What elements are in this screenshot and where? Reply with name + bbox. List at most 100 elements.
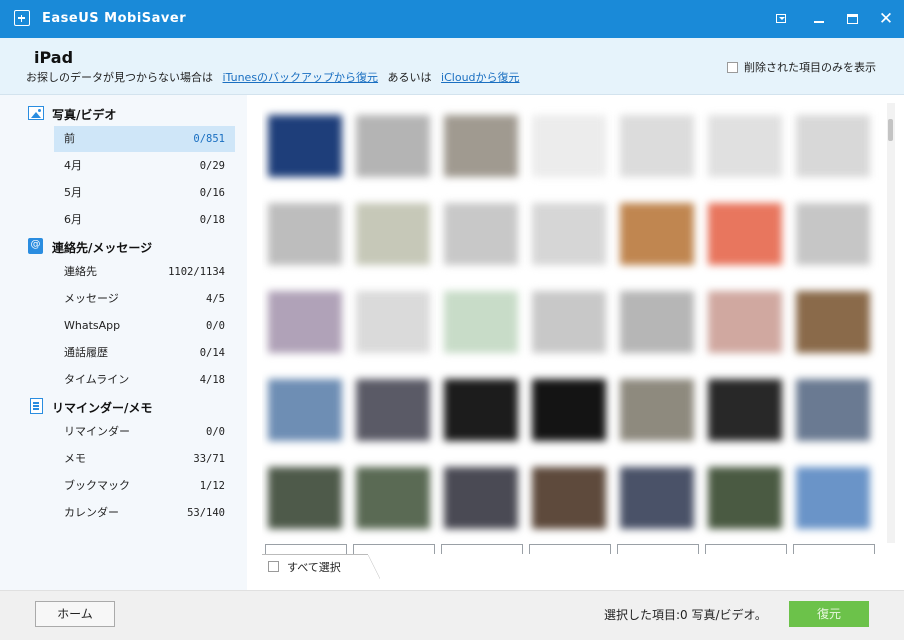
sidebar-item-label: ブックマック [64, 479, 130, 492]
sidebar-item-count: 33/71 [193, 453, 225, 465]
thumbnail-frame[interactable] [265, 544, 347, 554]
photo-icon [28, 106, 44, 120]
sidebar-item-count: 0/16 [199, 187, 225, 199]
sidebar-item[interactable]: カレンダー 53/140 [54, 500, 235, 526]
category-label: 連絡先/メッセージ [52, 241, 153, 255]
photo-thumbnail[interactable] [444, 203, 518, 265]
photo-thumbnail[interactable] [708, 291, 782, 353]
category-header[interactable]: @ 連絡先/メッセージ [0, 236, 247, 258]
sidebar-item-label: メッセージ [64, 292, 119, 305]
sidebar-item[interactable]: 5月 0/16 [54, 180, 235, 206]
sidebar-item-count: 53/140 [187, 507, 225, 519]
photo-thumbnail[interactable] [444, 291, 518, 353]
photo-thumbnail[interactable] [268, 379, 342, 441]
category-label: リマインダー/メモ [52, 401, 153, 415]
close-icon[interactable]: ✕ [876, 9, 896, 29]
sidebar-item[interactable]: リマインダー 0/0 [54, 419, 235, 445]
sidebar-item-count: 4/18 [199, 374, 225, 386]
thumbnail-frame[interactable] [705, 544, 787, 554]
photo-thumbnail[interactable] [796, 203, 870, 265]
sidebar-item[interactable]: ブックマック 1/12 [54, 473, 235, 499]
sidebar-item[interactable]: メモ 33/71 [54, 446, 235, 472]
sidebar-item-label: タイムライン [64, 373, 130, 386]
photo-thumbnail[interactable] [444, 467, 518, 529]
photo-thumbnail[interactable] [620, 291, 694, 353]
photo-thumbnail[interactable] [356, 467, 430, 529]
category-header[interactable]: リマインダー/メモ [0, 396, 247, 418]
photo-thumbnail[interactable] [708, 379, 782, 441]
thumbnail-frame[interactable] [617, 544, 699, 554]
photo-thumbnail[interactable] [444, 379, 518, 441]
sidebar-item[interactable]: メッセージ 4/5 [54, 286, 235, 312]
photo-thumbnail[interactable] [268, 115, 342, 177]
photo-thumbnail[interactable] [356, 291, 430, 353]
sidebar-item[interactable]: WhatsApp 0/0 [54, 313, 235, 339]
photo-thumbnail[interactable] [532, 291, 606, 353]
photo-thumbnail[interactable] [620, 467, 694, 529]
maximize-icon[interactable] [843, 9, 863, 29]
sidebar-item-count: 0/14 [199, 347, 225, 359]
photo-thumbnail[interactable] [708, 115, 782, 177]
sidebar-item[interactable]: 連絡先 1102/1134 [54, 259, 235, 285]
minimize-icon[interactable] [809, 9, 829, 29]
grid-scrollbar[interactable] [887, 103, 895, 543]
sidebar-item[interactable]: 6月 0/18 [54, 207, 235, 233]
photo-thumbnail[interactable] [796, 291, 870, 353]
photo-thumbnail[interactable] [268, 467, 342, 529]
sidebar-item[interactable]: 前 0/851 [54, 126, 235, 152]
photo-thumbnail[interactable] [620, 203, 694, 265]
scrollbar-thumb[interactable] [888, 119, 893, 141]
show-deleted-only-label: 削除された項目のみを表示 [744, 61, 876, 74]
thumbnail-grid [262, 103, 887, 541]
select-all-checkbox[interactable] [268, 561, 279, 572]
sidebar-item-label: 通話履歴 [64, 346, 108, 359]
photo-thumbnail[interactable] [356, 203, 430, 265]
photo-thumbnail[interactable] [356, 115, 430, 177]
photo-thumbnail[interactable] [620, 115, 694, 177]
sidebar-item-count: 0/29 [199, 160, 225, 172]
thumbnail-frame[interactable] [441, 544, 523, 554]
photo-thumbnail[interactable] [444, 115, 518, 177]
select-all-tab[interactable]: すべて選択 [262, 554, 380, 579]
photo-thumbnail[interactable] [532, 379, 606, 441]
contact-icon: @ [28, 238, 43, 254]
sidebar-item[interactable]: 4月 0/29 [54, 153, 235, 179]
itunes-backup-link[interactable]: iTunesのバックアップから復元 [223, 71, 379, 84]
show-deleted-only-option[interactable]: 削除された項目のみを表示 [727, 59, 876, 75]
thumbnail-frame[interactable] [529, 544, 611, 554]
title-bar: EaseUS MobiSaver ✕ [0, 0, 904, 38]
menu-icon[interactable] [772, 9, 792, 29]
sidebar-item-count: 0/18 [199, 214, 225, 226]
sidebar-item-label: 連絡先 [64, 265, 97, 278]
photo-thumbnail[interactable] [796, 467, 870, 529]
sidebar-item[interactable]: タイムライン 4/18 [54, 367, 235, 393]
icloud-link[interactable]: iCloudから復元 [441, 71, 519, 84]
photo-thumbnail[interactable] [268, 203, 342, 265]
photo-thumbnail[interactable] [356, 379, 430, 441]
photo-thumbnail[interactable] [708, 203, 782, 265]
footer-bar: ホーム 選択した項目:0 写真/ビデオ。 復元 [0, 590, 904, 640]
device-name: iPad [34, 48, 74, 67]
home-button[interactable]: ホーム [35, 601, 115, 627]
photo-thumbnail[interactable] [268, 291, 342, 353]
thumbnail-frame[interactable] [353, 544, 435, 554]
photo-thumbnail[interactable] [796, 115, 870, 177]
recovery-hint: お探しのデータが見つからない場合は iTunesのバックアップから復元 あるいは… [26, 69, 526, 85]
select-all-label: すべて選択 [287, 561, 341, 574]
recover-button[interactable]: 復元 [789, 601, 869, 627]
photo-thumbnail[interactable] [532, 467, 606, 529]
photo-thumbnail[interactable] [620, 379, 694, 441]
category-header[interactable]: 写真/ビデオ [0, 103, 247, 125]
photo-thumbnail[interactable] [708, 467, 782, 529]
sidebar-item-label: 4月 [64, 159, 82, 172]
photo-thumbnail[interactable] [796, 379, 870, 441]
thumbnail-frame[interactable] [793, 544, 875, 554]
sidebar-item[interactable]: 通話履歴 0/14 [54, 340, 235, 366]
category-label: 写真/ビデオ [52, 108, 117, 122]
show-deleted-only-checkbox[interactable] [727, 61, 738, 73]
photo-thumbnail[interactable] [532, 115, 606, 177]
category-sidebar: 写真/ビデオ前 0/851 4月 0/29 5月 0/16 6月 0/18 @ 連絡先/メッセージ… [0, 95, 247, 591]
photo-thumbnail[interactable] [532, 203, 606, 265]
selection-bar: すべて選択 [262, 542, 894, 580]
sidebar-item-count: 1/12 [199, 480, 225, 492]
